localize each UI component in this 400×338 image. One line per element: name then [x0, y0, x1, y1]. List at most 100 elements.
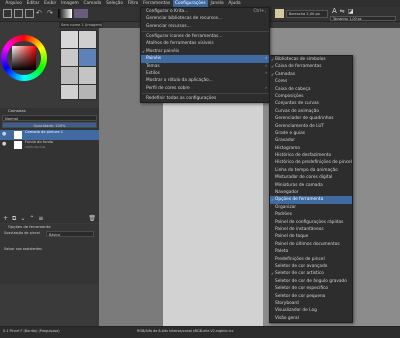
layer-row[interactable]: ● Fundo do fundo 100% Normal: [0, 140, 99, 150]
dockers-menu-item[interactable]: Visão geral: [270, 315, 352, 322]
layer-visibility-icon[interactable]: ●: [2, 132, 6, 137]
undo-icon[interactable]: ↶: [36, 9, 45, 18]
dockers-menu-item[interactable]: Visualizador de Log: [270, 307, 352, 314]
brush-preset-tile[interactable]: [79, 67, 96, 84]
menu-ajuda[interactable]: Ajuda: [226, 0, 243, 7]
settings-menu-item[interactable]: Atalhos de ferramentas visíveis: [141, 40, 269, 47]
new-document-icon[interactable]: [3, 9, 12, 18]
dockers-menu-item[interactable]: ✓ Bibliotecas de símbolos: [270, 56, 352, 63]
dockers-menu-item[interactable]: Miniaturas de camada: [270, 182, 352, 189]
open-document-icon[interactable]: [14, 9, 23, 18]
settings-menu-item[interactable]: Perfil de cores sobre ›: [141, 85, 269, 92]
brush-preset-tile[interactable]: [61, 31, 78, 48]
dockers-menu-item[interactable]: Painel de últimos documentos: [270, 241, 352, 248]
menu-ferramentas[interactable]: Ferramentas: [141, 0, 173, 7]
brush-preset-tile[interactable]: [79, 31, 96, 48]
add-layer-icon[interactable]: +: [3, 215, 8, 222]
brush-preset-icon[interactable]: [275, 9, 284, 18]
dockers-menu-item[interactable]: Painel de configurações rápidas: [270, 219, 352, 226]
dockers-menu-item[interactable]: Organizar: [270, 204, 352, 211]
dockers-menu-item[interactable]: ✓ Caixa de ferramentas: [270, 63, 352, 70]
dockers-menu-item[interactable]: Grade e guias: [270, 130, 352, 137]
dockers-menu-item[interactable]: Histórico de desfazimento: [270, 152, 352, 159]
save-icon[interactable]: [25, 9, 34, 18]
settings-menu-item[interactable]: Painéis ›: [141, 55, 269, 63]
dockers-menu-item[interactable]: Painel de instantâneos: [270, 226, 352, 233]
dockers-menu-item[interactable]: Paleta: [270, 248, 352, 255]
brush-preset-field[interactable]: Borracha 2,00 px: [286, 9, 328, 18]
menu-arquivo[interactable]: Arquivo: [3, 0, 24, 7]
settings-menu-item[interactable]: Gerenciar bibliotecas de recursos...: [141, 15, 269, 22]
dockers-menu-item[interactable]: Histórico de predefinições de pincel: [270, 159, 352, 166]
menu-exibir[interactable]: Exibir: [42, 0, 59, 7]
left-dock-panel: Camadas Normal Opacidade: 100% ● Camada …: [0, 22, 99, 326]
settings-menu-item[interactable]: Configurar o Krita... Ctrl+,: [141, 8, 269, 15]
brush-preset-tile[interactable]: [79, 49, 96, 66]
brush-preset-tile[interactable]: [61, 85, 78, 99]
dockers-menu-item-label: Histórico de predefinições de pincel: [275, 160, 352, 166]
dockers-menu-item[interactable]: Misturador de cores digital: [270, 174, 352, 181]
dockers-menu-item[interactable]: Gerenciamento de LUT: [270, 123, 352, 130]
dockers-menu-item[interactable]: Conjuntos de curvas: [270, 100, 352, 107]
eraser-icon[interactable]: ◪: [348, 8, 354, 15]
dockers-menu-item[interactable]: Seletor de cor pequeno: [270, 293, 352, 300]
dockers-menu-item[interactable]: Curvas de animação: [270, 108, 352, 115]
settings-menu-item[interactable]: Configurar ícones de ferramentas...: [141, 33, 269, 40]
settings-menu-item[interactable]: Mostrar o rótulo da aplicação...: [141, 77, 269, 84]
menu-editar[interactable]: Editar: [24, 0, 42, 7]
menu-configuracoes[interactable]: Configurações: [172, 0, 209, 7]
dockers-menu-item[interactable]: Cores: [270, 78, 352, 85]
menu-janela[interactable]: Janela: [208, 0, 226, 7]
move-down-icon[interactable]: ⌄: [20, 215, 25, 222]
settings-menu-item[interactable]: Redefinir todas as configurações: [141, 95, 269, 102]
delete-layer-icon[interactable]: 🗑: [88, 215, 96, 222]
settings-menu-item[interactable]: Gerenciar recursos...: [141, 23, 269, 30]
gradient-icon[interactable]: [58, 9, 72, 18]
text-icon[interactable]: A: [332, 8, 337, 15]
brush-preset-tile[interactable]: [61, 49, 78, 66]
menu-selecao[interactable]: Seleção: [104, 0, 126, 7]
dockers-menu-item[interactable]: Composições: [270, 93, 352, 100]
checkmark-icon: ✓: [271, 71, 275, 77]
menu-imagem[interactable]: Imagem: [59, 0, 81, 7]
dockers-menu-item[interactable]: ✓ Opções de ferramenta: [270, 196, 352, 204]
settings-menu-item[interactable]: Temas ›: [141, 63, 269, 70]
dockers-menu-item[interactable]: Painel de toque: [270, 233, 352, 240]
settings-menu-item[interactable]: Estilos ›: [141, 70, 269, 77]
menu-camada[interactable]: Camada: [81, 0, 104, 7]
layer-opacity-slider[interactable]: Opacidade: 100%: [2, 122, 97, 128]
duplicate-layer-icon[interactable]: ⧉: [12, 215, 16, 222]
dockers-menu-item[interactable]: Storyboard: [270, 300, 352, 307]
settings-menu-item[interactable]: ✓ Mostrar painéis: [141, 48, 269, 55]
dockers-menu-item[interactable]: ✓ Seletor de cor artístico: [270, 270, 352, 277]
snap-to-assistants-checkbox[interactable]: Salvar nos assistentes: [4, 247, 42, 251]
menu-filtro[interactable]: Filtro: [125, 0, 140, 7]
dockers-menu-item[interactable]: Navegador: [270, 189, 352, 196]
document-tab[interactable]: Sem nome 1 (Imagem): [59, 22, 103, 28]
brush-preset-tile[interactable]: [79, 85, 96, 99]
dockers-menu-item[interactable]: Seletor de cor específico: [270, 285, 352, 292]
dockers-menu-item[interactable]: Predefinições de pincel: [270, 256, 352, 263]
layer-visibility-icon[interactable]: ●: [2, 142, 6, 147]
size-slider[interactable]: Tamanho: 1,00 px: [330, 16, 396, 21]
dockers-menu-item[interactable]: ✓ Camadas: [270, 71, 352, 78]
dockers-menu-item[interactable]: Caixa de cabeça: [270, 86, 352, 93]
dockers-menu-item[interactable]: Padrões: [270, 211, 352, 218]
dockers-menu-item[interactable]: Seletor de cor avançado: [270, 263, 352, 270]
dockers-menu-item[interactable]: Histograma: [270, 145, 352, 152]
smoothing-select[interactable]: Básica: [46, 231, 94, 237]
mirror-icon[interactable]: ⇋: [340, 8, 345, 15]
dockers-menu-item[interactable]: Gerenciador de quadrinhos: [270, 115, 352, 122]
dockers-menu-item[interactable]: Linha do tempo da animação: [270, 167, 352, 174]
brush-preset-tile[interactable]: [61, 67, 78, 84]
dockers-menu-item[interactable]: Gravador: [270, 137, 352, 144]
saturation-value-square[interactable]: [12, 46, 36, 70]
blend-mode-select[interactable]: Normal: [2, 115, 97, 121]
dockers-menu-item[interactable]: Seletor de cor de ângulo gravado: [270, 278, 352, 285]
layers-docker: Camadas Normal Opacidade: 100% ● Camada …: [0, 108, 99, 223]
move-up-icon[interactable]: ⌃: [29, 215, 34, 222]
layer-properties-icon[interactable]: ≡: [38, 215, 43, 222]
redo-icon[interactable]: ↷: [47, 9, 56, 18]
pattern-icon[interactable]: [74, 9, 88, 18]
layer-row[interactable]: ● Camada de pintura 1: [0, 130, 99, 140]
